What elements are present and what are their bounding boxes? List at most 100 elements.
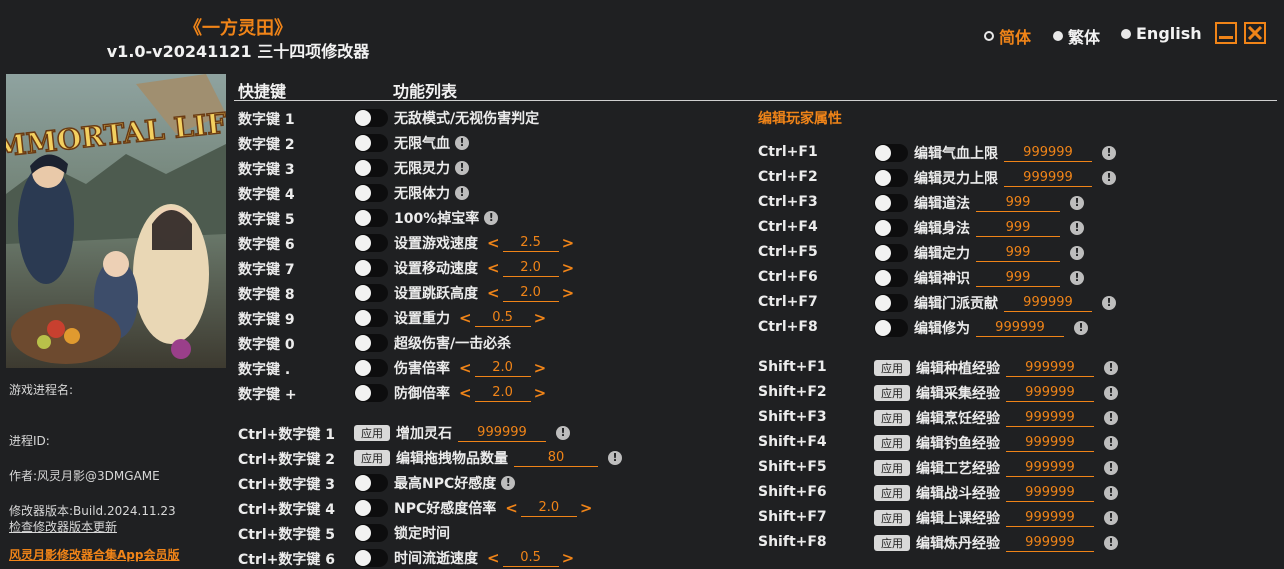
info-icon[interactable]: ! [1102, 296, 1116, 310]
info-icon[interactable]: ! [1104, 486, 1118, 500]
info-icon[interactable]: ! [501, 476, 516, 490]
decrease-arrow-icon[interactable]: < [456, 384, 475, 402]
apply-button[interactable]: 应用 [874, 385, 910, 401]
apply-button[interactable]: 应用 [874, 460, 910, 476]
info-icon[interactable]: ! [556, 426, 570, 440]
toggle-switch[interactable] [354, 309, 388, 327]
info-icon[interactable]: ! [1070, 196, 1084, 210]
info-icon[interactable]: ! [455, 186, 469, 200]
info-icon[interactable]: ! [1104, 361, 1118, 375]
info-icon[interactable]: ! [1104, 386, 1118, 400]
value-input[interactable]: 999999 [1006, 460, 1094, 477]
toggle-switch[interactable] [874, 269, 908, 287]
value-input[interactable]: 2.5 [502, 235, 559, 252]
value-input[interactable]: 999 [976, 195, 1060, 212]
info-icon[interactable]: ! [608, 451, 622, 465]
value-input[interactable]: 999 [976, 245, 1060, 262]
info-icon[interactable]: ! [1104, 411, 1118, 425]
toggle-switch[interactable] [354, 234, 388, 252]
info-icon[interactable]: ! [1102, 146, 1116, 160]
toggle-switch[interactable] [354, 474, 388, 492]
increase-arrow-icon[interactable]: > [559, 259, 578, 277]
decrease-arrow-icon[interactable]: < [484, 549, 503, 567]
toggle-switch[interactable] [354, 549, 388, 567]
increase-arrow-icon[interactable]: > [559, 284, 578, 302]
apply-button[interactable]: 应用 [874, 485, 910, 501]
lang-option-english[interactable]: English [1121, 24, 1202, 43]
increase-arrow-icon[interactable]: > [577, 499, 596, 517]
info-icon[interactable]: ! [1074, 321, 1088, 335]
apply-button[interactable]: 应用 [354, 425, 390, 441]
toggle-switch[interactable] [354, 259, 388, 277]
info-icon[interactable]: ! [1104, 511, 1118, 525]
decrease-arrow-icon[interactable]: < [484, 284, 503, 302]
info-icon[interactable]: ! [1104, 536, 1118, 550]
info-icon[interactable]: ! [1104, 436, 1118, 450]
value-input[interactable]: 2.0 [520, 500, 577, 517]
value-input[interactable]: 2.0 [474, 385, 531, 402]
lang-option-traditional[interactable]: 繁体 [1053, 24, 1100, 48]
check-update-link[interactable]: 检查修改器版本更新 [9, 518, 117, 535]
info-icon[interactable]: ! [455, 161, 469, 175]
value-input[interactable]: 999999 [1004, 170, 1092, 187]
increase-arrow-icon[interactable]: > [559, 234, 578, 252]
decrease-arrow-icon[interactable]: < [456, 309, 475, 327]
info-icon[interactable]: ! [1070, 246, 1084, 260]
toggle-switch[interactable] [874, 319, 908, 337]
decrease-arrow-icon[interactable]: < [502, 499, 521, 517]
info-icon[interactable]: ! [455, 136, 469, 150]
toggle-switch[interactable] [354, 334, 388, 352]
value-input[interactable]: 999999 [1004, 145, 1092, 162]
toggle-switch[interactable] [874, 244, 908, 262]
apply-button[interactable]: 应用 [354, 450, 390, 466]
apply-button[interactable]: 应用 [874, 435, 910, 451]
info-icon[interactable]: ! [1104, 461, 1118, 475]
close-button[interactable] [1244, 22, 1266, 44]
value-input[interactable]: 999999 [1006, 535, 1094, 552]
toggle-switch[interactable] [874, 294, 908, 312]
value-input[interactable]: 999999 [1006, 360, 1094, 377]
toggle-switch[interactable] [354, 109, 388, 127]
info-icon[interactable]: ! [484, 211, 499, 225]
toggle-switch[interactable] [354, 384, 388, 402]
toggle-switch[interactable] [874, 144, 908, 162]
value-input[interactable]: 999999 [1004, 295, 1092, 312]
toggle-switch[interactable] [354, 499, 388, 517]
toggle-switch[interactable] [354, 284, 388, 302]
increase-arrow-icon[interactable]: > [531, 309, 550, 327]
toggle-switch[interactable] [354, 159, 388, 177]
value-input[interactable]: 999999 [1006, 410, 1094, 427]
increase-arrow-icon[interactable]: > [531, 359, 550, 377]
value-input[interactable]: 999 [976, 270, 1060, 287]
toggle-switch[interactable] [354, 524, 388, 542]
toggle-switch[interactable] [874, 219, 908, 237]
homepage-link[interactable]: 风灵月影修改器合集App会员版 [9, 546, 179, 563]
apply-button[interactable]: 应用 [874, 410, 910, 426]
value-input[interactable]: 999999 [458, 425, 546, 442]
apply-button[interactable]: 应用 [874, 360, 910, 376]
value-input[interactable]: 2.0 [502, 285, 559, 302]
increase-arrow-icon[interactable]: > [531, 384, 550, 402]
value-input[interactable]: 999999 [1006, 435, 1094, 452]
info-icon[interactable]: ! [1102, 171, 1116, 185]
decrease-arrow-icon[interactable]: < [456, 359, 475, 377]
toggle-switch[interactable] [354, 134, 388, 152]
decrease-arrow-icon[interactable]: < [484, 234, 503, 252]
toggle-switch[interactable] [874, 169, 908, 187]
minimize-button[interactable] [1215, 22, 1237, 44]
info-icon[interactable]: ! [1070, 221, 1084, 235]
value-input[interactable]: 999999 [1006, 510, 1094, 527]
value-input[interactable]: 999 [976, 220, 1060, 237]
increase-arrow-icon[interactable]: > [559, 549, 578, 567]
value-input[interactable]: 80 [514, 450, 598, 467]
value-input[interactable]: 0.5 [502, 550, 559, 567]
value-input[interactable]: 999999 [976, 320, 1064, 337]
toggle-switch[interactable] [874, 194, 908, 212]
apply-button[interactable]: 应用 [874, 510, 910, 526]
info-icon[interactable]: ! [1070, 271, 1084, 285]
value-input[interactable]: 2.0 [474, 360, 531, 377]
value-input[interactable]: 999999 [1006, 385, 1094, 402]
toggle-switch[interactable] [354, 184, 388, 202]
value-input[interactable]: 2.0 [502, 260, 559, 277]
value-input[interactable]: 0.5 [474, 310, 531, 327]
